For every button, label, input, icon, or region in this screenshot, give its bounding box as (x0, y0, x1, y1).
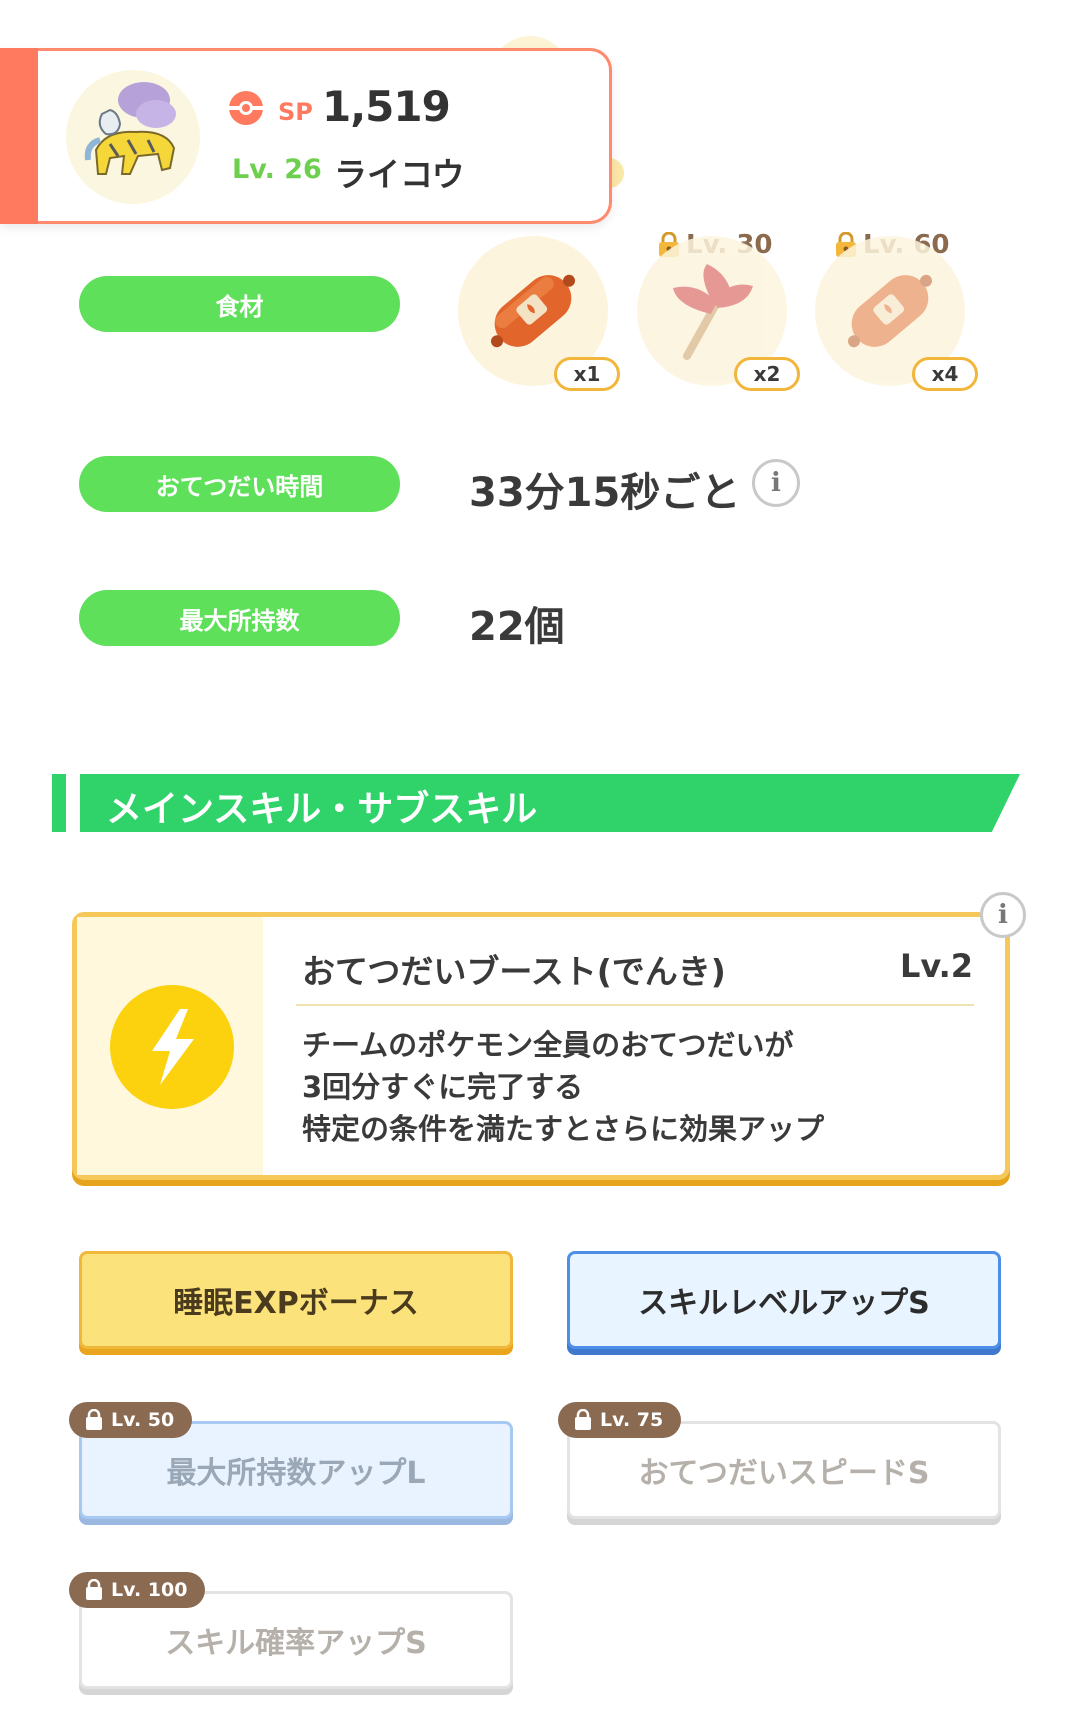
lock-level-text: Lv. 100 (111, 1579, 188, 1601)
help-time-label: おてつだい時間 (79, 456, 400, 512)
subskill-skill-level-up-s[interactable]: スキルレベルアップS (567, 1251, 1001, 1349)
sp-label: SP (278, 98, 313, 126)
section-accent (52, 774, 66, 832)
info-icon[interactable]: i (752, 459, 800, 507)
skill-info-icon[interactable]: i (980, 892, 1026, 938)
lock-icon (86, 1579, 102, 1600)
subskill-lock-tag: Lv. 75 (558, 1402, 682, 1438)
divider (296, 1004, 974, 1006)
help-time-value: 33分15秒ごと (469, 470, 741, 516)
main-skill-description: チームのポケモン全員のおてつだいが 3回分すぐに完了する 特定の条件を満たすとさ… (302, 1024, 824, 1150)
section-title: メインスキル・サブスキル (106, 789, 538, 830)
main-skill-level: Lv.2 (900, 947, 974, 985)
main-skill-name: おてつだいブースト(でんき) (302, 952, 726, 991)
pokeball-icon (229, 91, 263, 125)
sp-value: 1,519 (322, 82, 451, 131)
subskill-lock-tag: Lv. 100 (69, 1572, 206, 1608)
ingredient-count-badge: x4 (912, 357, 978, 391)
header-accent-stripe (0, 48, 38, 224)
description-line: チームのポケモン全員のおてつだいが (302, 1028, 794, 1062)
raikou-icon (84, 82, 176, 175)
max-carry-value: 22個 (469, 604, 565, 650)
pokemon-name: ライコウ (334, 155, 465, 194)
ingredient-count-badge: x1 (554, 357, 620, 391)
max-carry-label: 最大所持数 (79, 590, 400, 646)
pokemon-level: Lv. 26 (232, 154, 322, 185)
lock-level-text: Lv. 50 (111, 1409, 175, 1431)
skill-type-badge (110, 985, 234, 1109)
ingredients-label: 食材 (79, 276, 400, 332)
subskill-lock-tag: Lv. 50 (69, 1402, 193, 1438)
pokemon-avatar (66, 70, 200, 204)
lock-icon (575, 1409, 591, 1430)
lightning-icon (152, 1009, 194, 1085)
description-line: 特定の条件を満たすとさらに効果アップ (302, 1112, 825, 1146)
subskill-sleep-exp-bonus[interactable]: 睡眠EXPボーナス (79, 1251, 513, 1349)
lock-icon (86, 1409, 102, 1430)
lock-level-text: Lv. 75 (600, 1409, 664, 1431)
ingredient-count-badge: x2 (734, 357, 800, 391)
description-line: 3回分すぐに完了する (302, 1070, 584, 1104)
